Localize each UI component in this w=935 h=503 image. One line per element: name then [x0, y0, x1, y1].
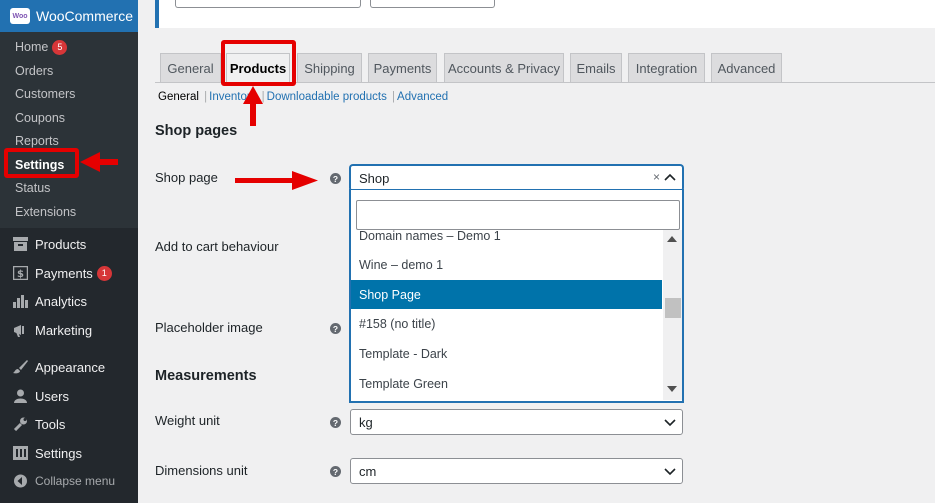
annotation-arrow-right: [235, 171, 318, 190]
annotation-arrow-left: [80, 152, 118, 172]
annotation-arrows: [80, 86, 318, 190]
annotation-arrow-up: [243, 86, 263, 126]
